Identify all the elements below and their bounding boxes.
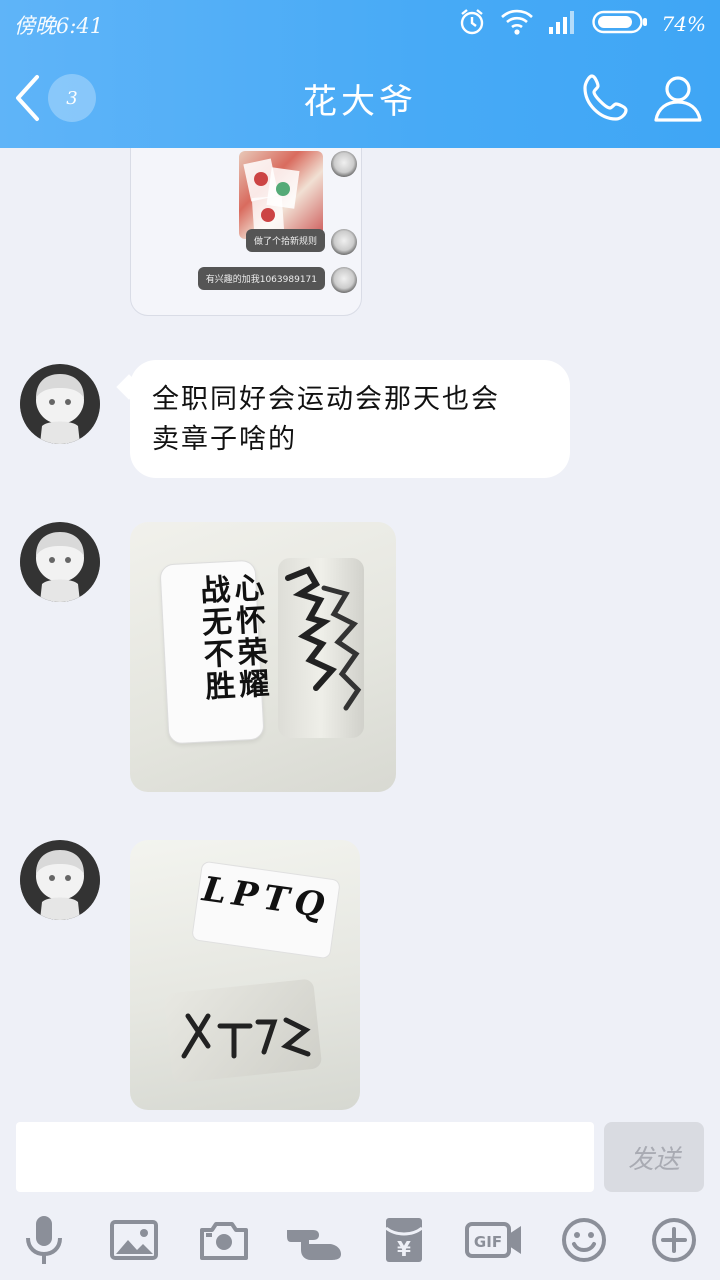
sender-avatar[interactable] bbox=[20, 364, 100, 444]
emoji-button[interactable] bbox=[554, 1214, 614, 1270]
poke-icon bbox=[285, 1220, 343, 1264]
unread-badge[interactable]: 3 bbox=[48, 74, 96, 122]
avatar-illustration bbox=[20, 840, 100, 920]
gif-icon: GIF bbox=[465, 1220, 523, 1264]
cards-photo bbox=[239, 151, 323, 239]
chevron-left-icon bbox=[12, 73, 42, 127]
emoji-icon bbox=[561, 1217, 607, 1267]
message-bubble-text[interactable]: 全职同好会运动会那天也会 卖章子啥的 bbox=[130, 360, 570, 478]
red-packet-icon: ¥ bbox=[384, 1216, 424, 1268]
mini-avatar bbox=[331, 229, 357, 255]
battery-percent: 74% bbox=[661, 12, 706, 36]
gif-button[interactable]: GIF bbox=[464, 1214, 524, 1270]
microphone-icon bbox=[22, 1214, 66, 1270]
input-toolbar: ¥ GIF bbox=[0, 1210, 720, 1274]
message-line-2: 卖章子啥的 bbox=[152, 424, 297, 455]
poke-button[interactable] bbox=[284, 1214, 344, 1270]
alarm-icon bbox=[458, 8, 486, 40]
more-button[interactable] bbox=[644, 1214, 704, 1270]
mini-avatar bbox=[331, 151, 357, 177]
status-time: 傍晚6:41 bbox=[14, 14, 104, 38]
message-list[interactable]: 做了个拾新规则 有兴趣的加我1063989171 全职同好会运动会那天也会 卖章… bbox=[0, 148, 720, 1114]
camera-button[interactable] bbox=[194, 1214, 254, 1270]
sender-avatar[interactable] bbox=[20, 840, 100, 920]
photo-button[interactable] bbox=[104, 1214, 164, 1270]
nav-bar: 3 花大爷 bbox=[0, 48, 720, 148]
wifi-icon bbox=[500, 8, 534, 40]
avatar-illustration bbox=[20, 522, 100, 602]
voice-button[interactable] bbox=[14, 1214, 74, 1270]
forwarded-line-1: 做了个拾新规则 bbox=[245, 229, 325, 252]
input-area: 发送 ¥ GIF bbox=[0, 1114, 720, 1280]
status-icons: 74% bbox=[458, 8, 706, 40]
stamp-carving bbox=[181, 1013, 311, 1059]
message-input[interactable] bbox=[16, 1122, 594, 1192]
send-button[interactable]: 发送 bbox=[604, 1122, 704, 1192]
battery-icon bbox=[591, 9, 648, 39]
camera-icon bbox=[200, 1220, 248, 1264]
signal-icon bbox=[548, 9, 578, 39]
status-bar: 傍晚6:41 74% bbox=[0, 0, 720, 48]
forwarded-line-2: 有兴趣的加我1063989171 bbox=[197, 267, 325, 290]
red-packet-button[interactable]: ¥ bbox=[374, 1214, 434, 1270]
message-image-forwarded[interactable]: 做了个拾新规则 有兴趣的加我1063989171 bbox=[130, 148, 362, 316]
stamp-print-text: 心怀荣耀 战无不胜 bbox=[193, 571, 270, 703]
gif-label: GIF bbox=[474, 1233, 502, 1251]
message-image-stamp[interactable]: 心怀荣耀 战无不胜 bbox=[130, 522, 396, 792]
message-image-stamp-lptq[interactable]: LPTQ bbox=[130, 840, 360, 1110]
mini-avatar bbox=[331, 267, 357, 293]
sender-avatar[interactable] bbox=[20, 522, 100, 602]
message-line-1: 全职同好会运动会那天也会 bbox=[152, 384, 500, 415]
plus-icon bbox=[651, 1217, 697, 1267]
avatar-illustration bbox=[20, 364, 100, 444]
profile-button[interactable] bbox=[650, 70, 706, 126]
stamp-carving bbox=[285, 566, 362, 711]
call-button[interactable] bbox=[578, 70, 634, 126]
image-icon bbox=[110, 1220, 158, 1264]
svg-text:¥: ¥ bbox=[397, 1237, 411, 1261]
phone-icon bbox=[578, 74, 634, 130]
chat-header: 傍晚6:41 74% 3 花大爷 bbox=[0, 0, 720, 148]
person-icon bbox=[650, 76, 706, 130]
